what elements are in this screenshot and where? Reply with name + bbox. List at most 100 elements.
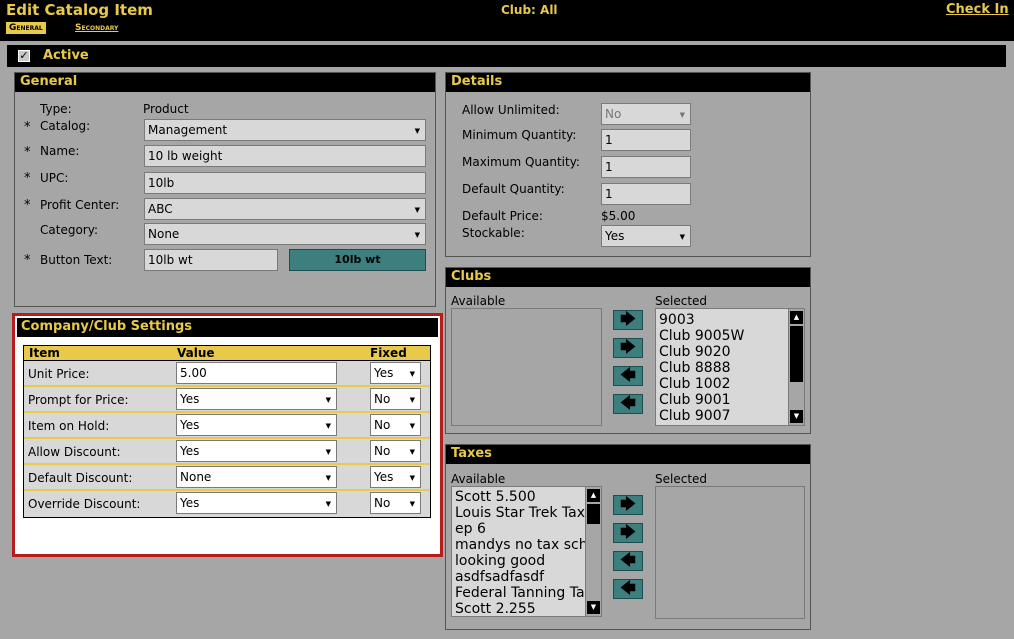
list-item[interactable]: Club 9005W — [656, 328, 804, 344]
max-quantity-input[interactable]: 1 — [601, 156, 691, 178]
row-item-label: Override Discount: — [28, 497, 141, 511]
list-item[interactable]: asdfsadfasdf — [452, 569, 585, 585]
arrow-left-icon: 🡄 — [620, 579, 636, 597]
tab-general[interactable]: General — [6, 22, 46, 34]
value: Yes — [180, 496, 200, 510]
check-icon: ✓ — [19, 49, 29, 62]
clubs-available-list[interactable] — [451, 308, 602, 426]
item-on-hold-select[interactable]: Yes — [176, 414, 337, 436]
taxes-available-scrollbar[interactable]: ▲ ▼ — [585, 487, 601, 616]
min-quantity-input[interactable]: 1 — [601, 129, 691, 151]
fixed-value: No — [374, 418, 391, 432]
allow-discount-fixed-select[interactable]: No — [370, 440, 421, 462]
scroll-up-icon[interactable]: ▲ — [790, 311, 803, 324]
club-indicator: Club: All — [501, 3, 558, 17]
fixed-value: Yes — [374, 470, 394, 484]
list-item[interactable]: 9003 — [656, 312, 804, 328]
scroll-thumb[interactable] — [790, 326, 803, 382]
list-item[interactable]: Club 9020 — [656, 344, 804, 360]
arrow-left-icon: 🡄 — [620, 366, 636, 384]
scroll-down-icon[interactable]: ▼ — [790, 410, 803, 423]
upc-input[interactable]: 10lb — [144, 172, 426, 194]
allow-discount-select[interactable]: Yes — [176, 440, 337, 462]
clubs-add-all-button[interactable]: 🡆 — [613, 338, 643, 358]
header-fixed: Fixed — [370, 346, 407, 360]
scroll-up-icon[interactable]: ▲ — [587, 489, 600, 502]
value: Yes — [180, 418, 200, 432]
fixed-value: No — [374, 392, 391, 406]
check-in-link[interactable]: Check In — [946, 2, 1009, 17]
stockable-select[interactable]: Yes — [601, 225, 691, 247]
scroll-thumb[interactable] — [587, 504, 600, 524]
list-item[interactable]: Club 9007 — [656, 408, 804, 424]
tab-secondary-label: Secondary — [75, 23, 119, 33]
list-item[interactable]: Scott 2.255 — [452, 601, 585, 617]
catalog-select[interactable]: Management — [144, 119, 426, 141]
profit-center-label: Profit Center: — [40, 198, 120, 212]
unit-price-fixed-select[interactable]: Yes — [370, 362, 421, 384]
company-club-settings-table: Item Value Fixed Unit Price: 5.00 Yes Pr… — [23, 345, 431, 518]
default-quantity-label: Default Quantity: — [462, 182, 565, 196]
prompt-for-price-fixed-select[interactable]: No — [370, 388, 421, 410]
general-panel-title: General — [15, 73, 435, 92]
profit-center-select[interactable]: ABC — [144, 198, 426, 220]
list-item[interactable]: Club 8888 — [656, 360, 804, 376]
default-discount-select[interactable]: None — [176, 466, 337, 488]
override-discount-select[interactable]: Yes — [176, 492, 337, 514]
button-text-input[interactable]: 10lb wt — [144, 249, 278, 271]
clubs-panel-title: Clubs — [446, 268, 810, 287]
arrow-right-icon: 🡆 — [620, 523, 636, 541]
header-value: Value — [177, 346, 215, 360]
category-select-value: None — [148, 227, 180, 241]
override-discount-fixed-select[interactable]: No — [370, 492, 421, 514]
tab-secondary[interactable]: Secondary — [72, 22, 121, 34]
taxes-selected-list[interactable] — [655, 486, 805, 619]
row-item-label: Item on Hold: — [28, 419, 110, 433]
taxes-panel: Taxes Available Selected Scott 5.500 Lou… — [445, 444, 811, 630]
table-row: Prompt for Price: Yes No — [24, 387, 430, 413]
clubs-selected-scrollbar[interactable]: ▲ ▼ — [788, 309, 804, 425]
list-item[interactable]: looking good — [452, 553, 585, 569]
fixed-value: No — [374, 496, 391, 510]
list-item[interactable]: Federal Tanning Ta — [452, 585, 585, 601]
name-label: Name: — [40, 144, 80, 158]
button-preview[interactable]: 10lb wt — [289, 249, 426, 271]
taxes-remove-button[interactable]: 🡄 — [613, 551, 643, 571]
default-quantity-input[interactable]: 1 — [601, 183, 691, 205]
prompt-for-price-select[interactable]: Yes — [176, 388, 337, 410]
list-item[interactable]: Louis Star Trek Tax — [452, 505, 585, 521]
item-on-hold-fixed-select[interactable]: No — [370, 414, 421, 436]
name-input[interactable]: 10 lb weight — [144, 145, 426, 167]
profit-center-select-value: ABC — [148, 202, 173, 216]
clubs-selected-list[interactable]: 9003 Club 9005W Club 9020 Club 8888 Club… — [655, 308, 805, 426]
list-item[interactable]: ep 6 — [452, 521, 585, 537]
taxes-remove-all-button[interactable]: 🡄 — [613, 579, 643, 599]
type-value: Product — [143, 102, 189, 116]
taxes-panel-title: Taxes — [446, 445, 810, 464]
arrow-right-icon: 🡆 — [620, 495, 636, 513]
scroll-down-icon[interactable]: ▼ — [587, 601, 600, 614]
category-select[interactable]: None — [144, 223, 426, 245]
table-header-row: Item Value Fixed — [24, 346, 430, 361]
taxes-available-list[interactable]: Scott 5.500 Louis Star Trek Tax ep 6 man… — [451, 486, 602, 617]
allow-unlimited-value: No — [605, 107, 622, 121]
default-discount-fixed-select[interactable]: Yes — [370, 466, 421, 488]
default-price-value: $5.00 — [601, 209, 636, 223]
row-item-label: Allow Discount: — [28, 445, 121, 459]
fixed-value: No — [374, 444, 391, 458]
list-item[interactable]: mandys no tax scho — [452, 537, 585, 553]
active-checkbox[interactable]: ✓ — [18, 50, 30, 62]
list-item[interactable]: Club 1002 — [656, 376, 804, 392]
list-item[interactable]: Club 9001 — [656, 392, 804, 408]
taxes-add-button[interactable]: 🡆 — [613, 495, 643, 515]
clubs-remove-all-button[interactable]: 🡄 — [613, 394, 643, 414]
clubs-add-button[interactable]: 🡆 — [613, 310, 643, 330]
list-item[interactable]: Scott 5.500 — [452, 489, 585, 505]
details-panel-title: Details — [446, 73, 810, 92]
clubs-remove-button[interactable]: 🡄 — [613, 366, 643, 386]
table-row: Allow Discount: Yes No — [24, 439, 430, 465]
header-item: Item — [29, 346, 60, 360]
taxes-add-all-button[interactable]: 🡆 — [613, 523, 643, 543]
unit-price-input[interactable]: 5.00 — [176, 362, 337, 384]
allow-unlimited-select[interactable]: No — [601, 103, 691, 125]
